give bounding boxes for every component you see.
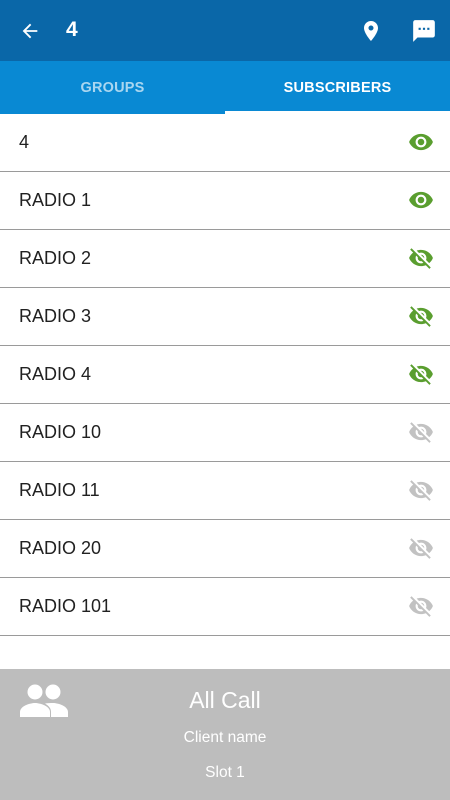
eye-off-icon bbox=[409, 480, 433, 501]
subscriber-label: RADIO 1 bbox=[19, 190, 92, 210]
slot-label: Slot 1 bbox=[205, 764, 245, 781]
subscriber-row[interactable]: RADIO 11 bbox=[0, 462, 450, 520]
eye-off-icon bbox=[409, 248, 433, 269]
subscriber-list: 4 RADIO 1 RADIO 2 RADIO 3 RADIO 4 RADIO 10 RAD… bbox=[0, 114, 450, 636]
back-button[interactable] bbox=[14, 15, 46, 47]
visibility-toggle[interactable] bbox=[407, 420, 435, 444]
visibility-toggle[interactable] bbox=[407, 246, 435, 270]
subscriber-label: RADIO 20 bbox=[19, 538, 102, 558]
tab-groups[interactable]: GROUPS bbox=[0, 61, 225, 114]
visibility-toggle[interactable] bbox=[407, 594, 435, 618]
visibility-toggle[interactable] bbox=[407, 478, 435, 502]
subscriber-row[interactable]: RADIO 3 bbox=[0, 288, 450, 346]
tab-bar: GROUPS SUBSCRIBERS bbox=[0, 61, 450, 114]
subscriber-label: RADIO 4 bbox=[19, 364, 92, 384]
subscriber-label: RADIO 11 bbox=[19, 480, 100, 500]
subscriber-row[interactable]: RADIO 2 bbox=[0, 230, 450, 288]
subscriber-row[interactable]: RADIO 1 bbox=[0, 172, 450, 230]
subscriber-row[interactable]: 4 bbox=[0, 114, 450, 172]
message-button[interactable] bbox=[408, 15, 440, 47]
subscriber-row[interactable]: RADIO 10 bbox=[0, 404, 450, 462]
visibility-toggle[interactable] bbox=[407, 304, 435, 328]
arrow-back-icon bbox=[22, 23, 38, 39]
eye-off-icon bbox=[409, 306, 433, 327]
call-name: All Call bbox=[189, 687, 261, 713]
subscriber-label: RADIO 3 bbox=[19, 306, 92, 326]
eye-off-icon bbox=[409, 538, 433, 559]
subscriber-row[interactable]: RADIO 4 bbox=[0, 346, 450, 404]
subscriber-label: RADIO 2 bbox=[19, 248, 92, 268]
page-title: 4 bbox=[66, 18, 78, 41]
eye-icon bbox=[409, 133, 433, 151]
visibility-toggle[interactable] bbox=[407, 362, 435, 386]
visibility-toggle[interactable] bbox=[407, 130, 435, 154]
subscriber-row[interactable]: RADIO 20 bbox=[0, 520, 450, 578]
location-pin-icon bbox=[364, 21, 378, 41]
visibility-toggle[interactable] bbox=[407, 188, 435, 212]
visibility-toggle[interactable] bbox=[407, 536, 435, 560]
eye-off-icon bbox=[409, 364, 433, 385]
eye-icon bbox=[409, 191, 433, 209]
subscriber-row[interactable]: RADIO 101 bbox=[0, 578, 450, 636]
client-name: Client name bbox=[183, 729, 267, 746]
subscriber-label: 4 bbox=[19, 132, 30, 152]
tab-subscribers[interactable]: SUBSCRIBERS bbox=[225, 61, 450, 114]
call-footer[interactable]: All Call Client name Slot 1 bbox=[0, 669, 450, 800]
subscriber-label: RADIO 101 bbox=[19, 596, 112, 616]
location-button[interactable] bbox=[356, 15, 386, 47]
eye-off-icon bbox=[409, 596, 433, 617]
subscriber-label: RADIO 10 bbox=[19, 422, 102, 442]
message-icon bbox=[413, 20, 435, 42]
eye-off-icon bbox=[409, 422, 433, 443]
app-bar: 4 bbox=[0, 0, 450, 61]
